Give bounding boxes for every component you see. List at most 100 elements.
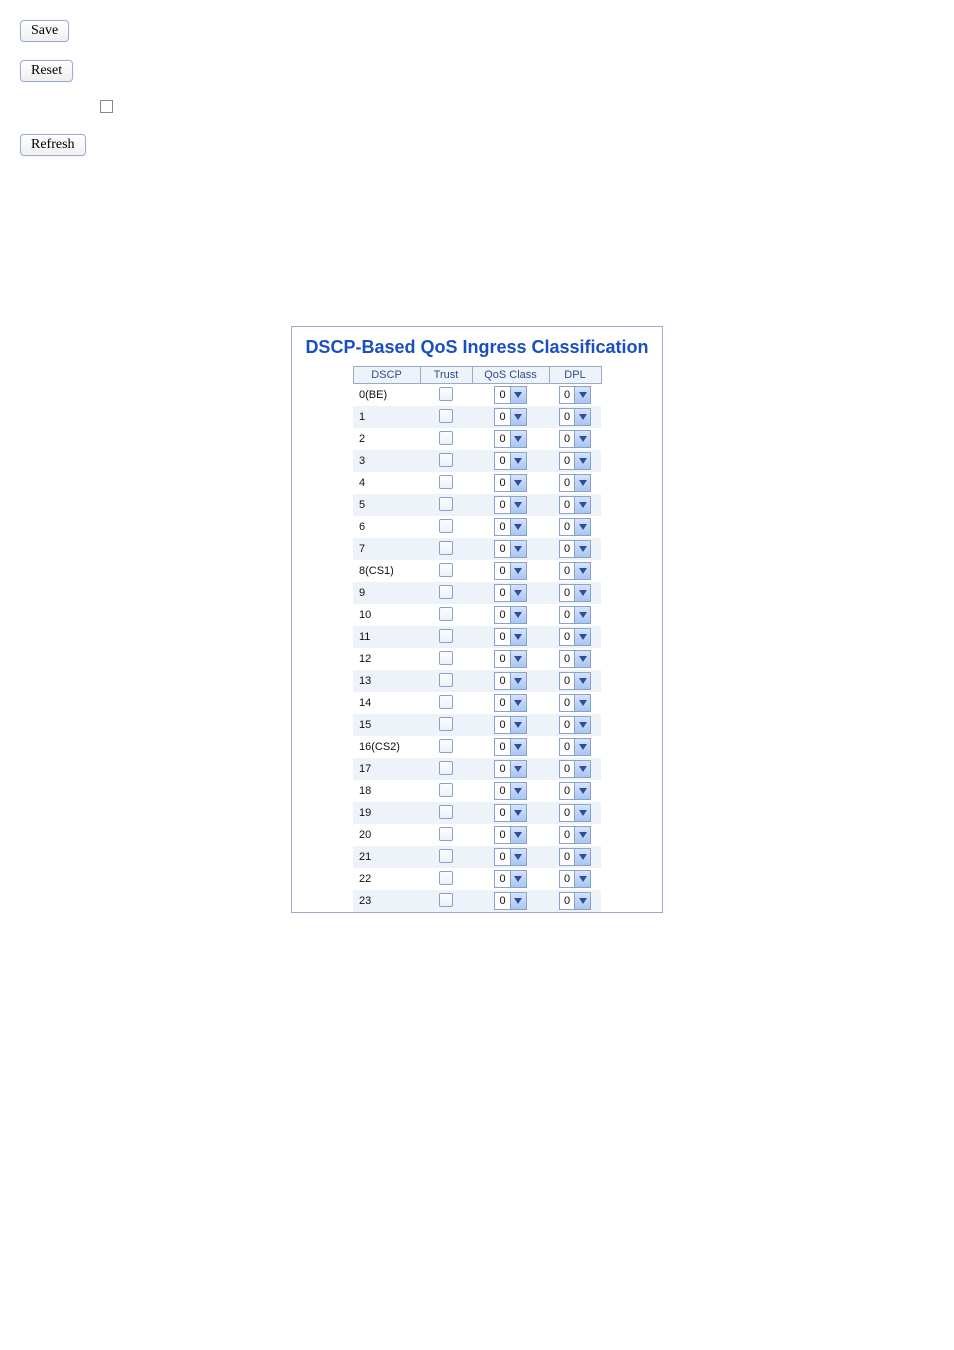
qos-class-select[interactable]: 0 [494,870,526,888]
trust-checkbox[interactable] [439,717,453,731]
chevron-down-icon [574,849,590,865]
dpl-value: 0 [560,409,574,425]
trust-checkbox[interactable] [439,739,453,753]
dpl-value: 0 [560,849,574,865]
trust-checkbox[interactable] [439,827,453,841]
qos-class-select[interactable]: 0 [494,452,526,470]
dpl-select[interactable]: 0 [559,848,591,866]
dpl-select[interactable]: 0 [559,672,591,690]
dpl-select[interactable]: 0 [559,694,591,712]
trust-checkbox[interactable] [439,849,453,863]
dpl-select[interactable]: 0 [559,628,591,646]
qos-class-select[interactable]: 0 [494,892,526,910]
dscp-panel: DSCP-Based QoS Ingress Classification DS… [291,326,663,913]
trust-checkbox[interactable] [439,475,453,489]
trust-checkbox[interactable] [439,387,453,401]
dpl-value: 0 [560,431,574,447]
qos-class-select[interactable]: 0 [494,430,526,448]
trust-checkbox[interactable] [439,541,453,555]
qos-class-select[interactable]: 0 [494,848,526,866]
trust-checkbox[interactable] [439,695,453,709]
trust-checkbox[interactable] [439,563,453,577]
qos-class-select[interactable]: 0 [494,540,526,558]
dpl-select[interactable]: 0 [559,870,591,888]
dpl-select[interactable]: 0 [559,430,591,448]
chevron-down-icon [574,563,590,579]
qos-class-value: 0 [495,805,509,821]
dscp-label: 17 [353,758,420,780]
table-row: 900 [353,582,601,604]
trust-checkbox[interactable] [439,519,453,533]
trust-checkbox[interactable] [439,761,453,775]
qos-class-select[interactable]: 0 [494,738,526,756]
refresh-button[interactable]: Refresh [20,134,86,156]
dpl-select[interactable]: 0 [559,826,591,844]
dpl-select[interactable]: 0 [559,782,591,800]
dpl-select[interactable]: 0 [559,452,591,470]
dpl-select[interactable]: 0 [559,386,591,404]
trust-checkbox[interactable] [439,673,453,687]
chevron-down-icon [574,475,590,491]
qos-class-select[interactable]: 0 [494,826,526,844]
table-row: 10 0 0 [353,604,601,626]
dpl-select[interactable]: 0 [559,474,591,492]
dpl-value: 0 [560,563,574,579]
trust-checkbox[interactable] [439,629,453,643]
chevron-down-icon [510,893,526,909]
chevron-down-icon [510,519,526,535]
qos-class-select[interactable]: 0 [494,562,526,580]
qos-class-select[interactable]: 0 [494,628,526,646]
qos-class-select[interactable]: 0 [494,584,526,602]
table-row: 400 [353,472,601,494]
qos-class-select[interactable]: 0 [494,650,526,668]
auto-refresh-checkbox[interactable] [100,100,113,113]
dpl-select[interactable]: 0 [559,540,591,558]
dpl-select[interactable]: 0 [559,650,591,668]
qos-class-select[interactable]: 0 [494,716,526,734]
trust-checkbox[interactable] [439,431,453,445]
dpl-select[interactable]: 0 [559,738,591,756]
dpl-value: 0 [560,827,574,843]
qos-class-select[interactable]: 0 [494,760,526,778]
dscp-label: 10 [353,604,420,626]
qos-class-select[interactable]: 0 [494,694,526,712]
dpl-select[interactable]: 0 [559,562,591,580]
dpl-select[interactable]: 0 [559,584,591,602]
qos-class-select[interactable]: 0 [494,496,526,514]
dpl-select[interactable]: 0 [559,606,591,624]
dscp-label: 8(CS1) [353,560,420,582]
dpl-select[interactable]: 0 [559,408,591,426]
qos-class-select[interactable]: 0 [494,518,526,536]
chevron-down-icon [510,497,526,513]
trust-checkbox[interactable] [439,871,453,885]
dpl-select[interactable]: 0 [559,716,591,734]
qos-class-select[interactable]: 0 [494,672,526,690]
trust-checkbox[interactable] [439,893,453,907]
dpl-select[interactable]: 0 [559,518,591,536]
trust-checkbox[interactable] [439,805,453,819]
trust-checkbox[interactable] [439,607,453,621]
trust-checkbox[interactable] [439,453,453,467]
trust-checkbox[interactable] [439,651,453,665]
trust-checkbox[interactable] [439,585,453,599]
qos-class-select[interactable]: 0 [494,782,526,800]
dpl-select[interactable]: 0 [559,496,591,514]
qos-class-select[interactable]: 0 [494,606,526,624]
qos-class-select[interactable]: 0 [494,408,526,426]
dpl-select[interactable]: 0 [559,804,591,822]
table-row: 1900 [353,802,601,824]
chevron-down-icon [574,827,590,843]
dpl-select[interactable]: 0 [559,892,591,910]
save-button[interactable]: Save [20,20,69,42]
dpl-select[interactable]: 0 [559,760,591,778]
qos-class-select[interactable]: 0 [494,804,526,822]
reset-button[interactable]: Reset [20,60,73,82]
chevron-down-icon [510,849,526,865]
trust-checkbox[interactable] [439,497,453,511]
qos-class-value: 0 [495,387,509,403]
qos-class-select[interactable]: 0 [494,386,526,404]
qos-class-select[interactable]: 0 [494,474,526,492]
trust-checkbox[interactable] [439,783,453,797]
trust-checkbox[interactable] [439,409,453,423]
chevron-down-icon [510,629,526,645]
